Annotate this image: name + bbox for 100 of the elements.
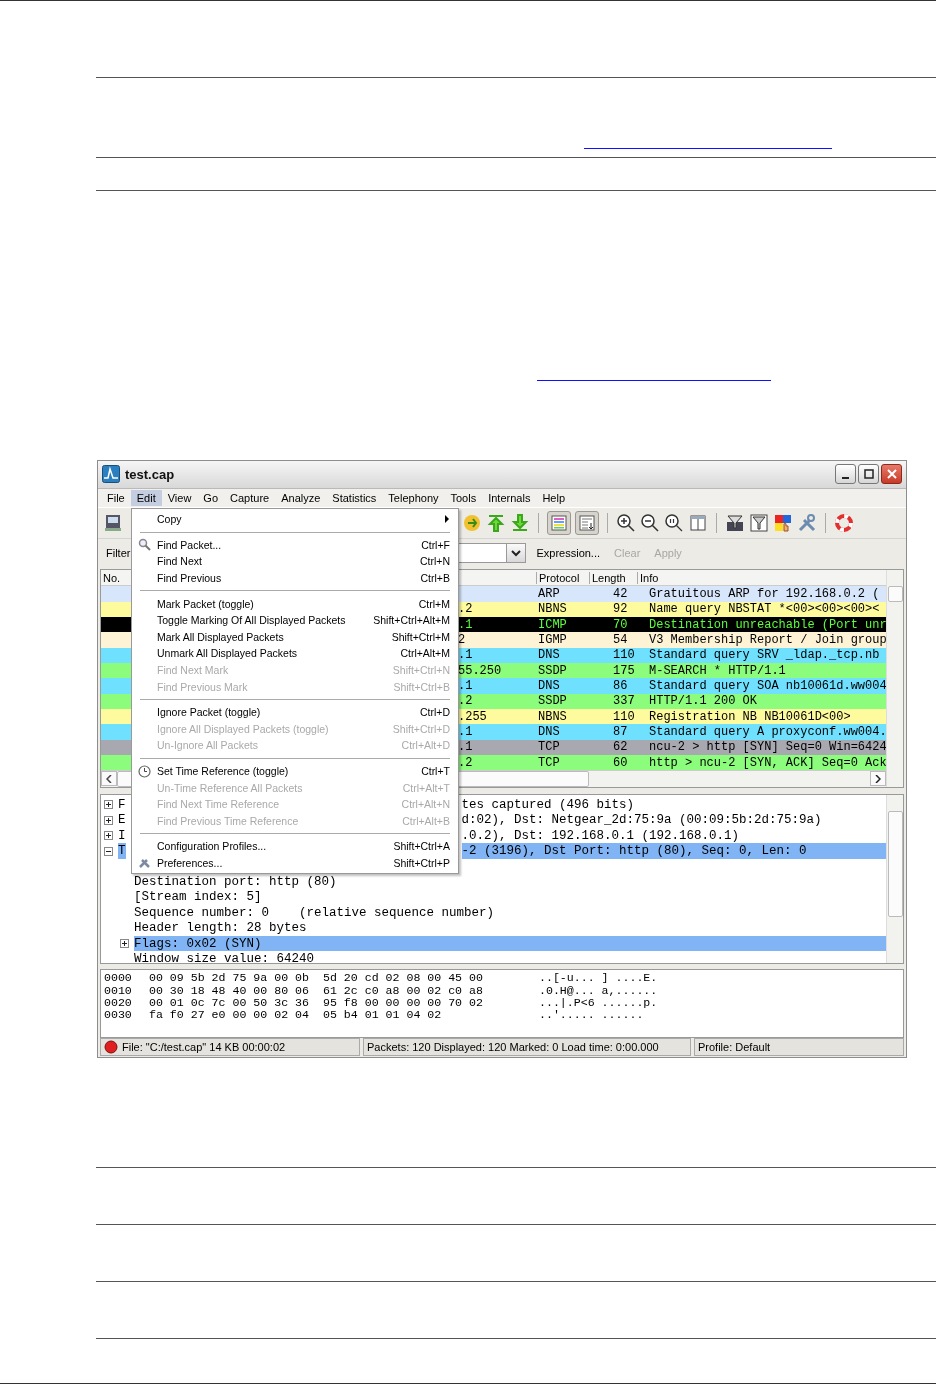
- menu-item[interactable]: Find Previous Ctrl+B: [132, 569, 458, 587]
- ascii-text: ...|.P<6 ......p.: [539, 997, 658, 1010]
- tree-row-text[interactable]: d:02), Dst: Netgear_2d:75:9a (00:09:5b:2d:75:9a): [461, 812, 886, 829]
- minimize-button[interactable]: [835, 464, 856, 485]
- status-light-icon: [104, 1040, 118, 1055]
- lifebuoy-icon[interactable]: [834, 513, 854, 533]
- menu-item[interactable]: Set Time Reference (toggle) Ctrl+T: [132, 762, 458, 780]
- arrow-down-icon[interactable]: [510, 513, 530, 533]
- tree-row[interactable]: Flags: 0x02 (SYN): [134, 935, 886, 952]
- vertical-scrollbar[interactable]: [886, 795, 903, 964]
- menu-item[interactable]: Telephony: [382, 489, 445, 506]
- hex-bytes: 00 09 5b 2d 75 9a 00 0b 5d 20 cd 02 08 00 45 00: [149, 972, 484, 985]
- table-cell: 86: [613, 678, 643, 694]
- menu-item[interactable]: View: [161, 489, 198, 506]
- tree-row-text[interactable]: -2 (3196), Dst Port: http (80), Seq: 0, Len: 0: [461, 843, 886, 859]
- coloring-rules-icon[interactable]: [773, 513, 793, 533]
- window-title: test.cap: [125, 466, 175, 482]
- table-cell: .1: [458, 678, 536, 694]
- filter-label: Filter: [106, 547, 131, 560]
- colorize-toggle[interactable]: [547, 511, 571, 535]
- menu-item[interactable]: Mark All Displayed Packets Shift+Ctrl+M: [132, 628, 458, 646]
- table-cell: .1: [458, 724, 536, 740]
- tree-row-text[interactable]: T: [118, 843, 126, 859]
- expander-icon[interactable]: [104, 815, 113, 825]
- hex-offset: 0010: [104, 984, 133, 998]
- row-color-stripe[interactable]: [101, 678, 131, 694]
- menu-item[interactable]: Analyze: [275, 489, 327, 506]
- tree-row-text[interactable]: .0.2), Dst: 192.168.0.1 (192.168.0.1): [461, 828, 886, 844]
- menu-item[interactable]: Copy: [132, 511, 458, 528]
- zoom-out-icon[interactable]: [640, 513, 660, 533]
- tree-row[interactable]: Sequence number: 0 (relative sequence number): [134, 905, 886, 921]
- table-cell: Standard query SOA nb10061d.ww004: [643, 678, 886, 694]
- row-color-stripe[interactable]: [101, 632, 131, 648]
- autoscroll-toggle[interactable]: [575, 511, 599, 535]
- table-cell: Registration NB NB10061D<00>: [643, 709, 886, 725]
- tools-icon[interactable]: [797, 513, 817, 533]
- expander-icon[interactable]: [120, 939, 129, 948]
- tree-row[interactable]: Window size value: 64240: [134, 951, 886, 964]
- zoom-in-icon[interactable]: [616, 513, 636, 533]
- vertical-scrollbar[interactable]: [886, 570, 903, 788]
- expander-icon[interactable]: [104, 800, 113, 810]
- row-color-stripe[interactable]: [101, 724, 131, 740]
- table-cell: DNS: [536, 724, 613, 740]
- tree-row-text[interactable]: E: [118, 812, 126, 829]
- menu-item[interactable]: Mark Packet (toggle) Ctrl+M: [132, 595, 458, 612]
- hex-bytes: fa f0 27 e0 00 00 02 04 05 b4 01 01 04 02: [149, 1009, 443, 1022]
- display-filter-icon[interactable]: [749, 513, 769, 533]
- menu-item[interactable]: Internals: [482, 489, 537, 506]
- menu-item[interactable]: Edit: [130, 489, 162, 506]
- table-cell: ARP: [536, 586, 613, 602]
- hex-bytes: 00 01 0c 7c 00 50 3c 36 95 f8 00 00 00 00 70 02: [149, 997, 484, 1010]
- expander-icon[interactable]: [104, 846, 113, 856]
- column-header[interactable]: Length: [589, 571, 637, 584]
- table-cell: 110: [613, 709, 643, 725]
- menu-item[interactable]: Find Packet... Ctrl+F: [132, 536, 458, 554]
- expander-icon[interactable]: [104, 831, 113, 841]
- table-cell: 87: [613, 724, 643, 740]
- menu-item[interactable]: Unmark All Displayed Packets Ctrl+Alt+M: [132, 645, 458, 662]
- hex-offset: 0020: [104, 997, 133, 1010]
- tree-row[interactable]: [Stream index: 5]: [134, 889, 886, 906]
- table-cell: Standard query A proxyconf.ww004.: [643, 724, 886, 740]
- clock-icon: [138, 764, 151, 778]
- menu-item[interactable]: Find Next Ctrl+N: [132, 553, 458, 570]
- tree-row-text[interactable]: tes captured (496 bits): [461, 797, 886, 813]
- interface-list-icon[interactable]: [103, 513, 123, 533]
- menu-item[interactable]: Toggle Marking Of All Displayed Packets Shift+Ctrl+Alt+M: [132, 611, 458, 629]
- arrow-left-icon[interactable]: [106, 774, 112, 783]
- menu-item[interactable]: Tools: [444, 489, 483, 506]
- capture-filter-icon[interactable]: [725, 513, 745, 533]
- hex-offset: 0030: [104, 1009, 133, 1022]
- row-color-stripe[interactable]: [101, 709, 131, 725]
- tree-row-text[interactable]: F: [118, 797, 126, 813]
- maximize-icon: [863, 469, 874, 480]
- tree-row[interactable]: Destination port: http (80): [134, 874, 886, 890]
- expression-button[interactable]: Expression...: [532, 547, 605, 560]
- menu-item[interactable]: Ignore Packet (toggle) Ctrl+D: [132, 703, 458, 721]
- menu-item[interactable]: Preferences... Shift+Ctrl+P: [132, 854, 458, 872]
- row-color-stripe[interactable]: [101, 586, 131, 602]
- menu-item[interactable]: Configuration Profiles... Shift+Ctrl+A: [132, 838, 458, 855]
- chevron-down-icon[interactable]: [511, 549, 522, 558]
- menu-item[interactable]: Go: [197, 489, 225, 506]
- status-text: Packets: 120 Displayed: 120 Marked: 0 Load time: 0:00.000: [367, 1041, 659, 1054]
- menu-item[interactable]: Statistics: [326, 489, 383, 506]
- menu-item[interactable]: Capture: [224, 489, 276, 506]
- close-button[interactable]: [881, 464, 902, 485]
- arrow-right-icon[interactable]: [875, 774, 881, 783]
- tree-row[interactable]: Header length: 28 bytes: [134, 920, 886, 936]
- menu-item[interactable]: File: [101, 489, 131, 506]
- menu-item[interactable]: Help: [536, 489, 571, 506]
- hex-bytes: 00 30 18 48 40 00 80 06 61 2c c0 a8 00 02 c0 a8: [149, 984, 484, 998]
- ascii-text: ..[-u... ] ....E.: [539, 972, 658, 985]
- zoom-normal-icon[interactable]: [664, 513, 684, 533]
- arrow-up-icon[interactable]: [486, 513, 506, 533]
- row-color-stripe[interactable]: [101, 755, 131, 771]
- close-icon: [886, 469, 897, 480]
- table-cell: .255: [458, 709, 536, 725]
- column-header[interactable]: Protocol: [536, 571, 589, 584]
- tree-row-text[interactable]: I: [118, 828, 126, 844]
- maximize-button[interactable]: [858, 464, 879, 485]
- ascii-text: .0.H@... a,......: [539, 984, 658, 998]
